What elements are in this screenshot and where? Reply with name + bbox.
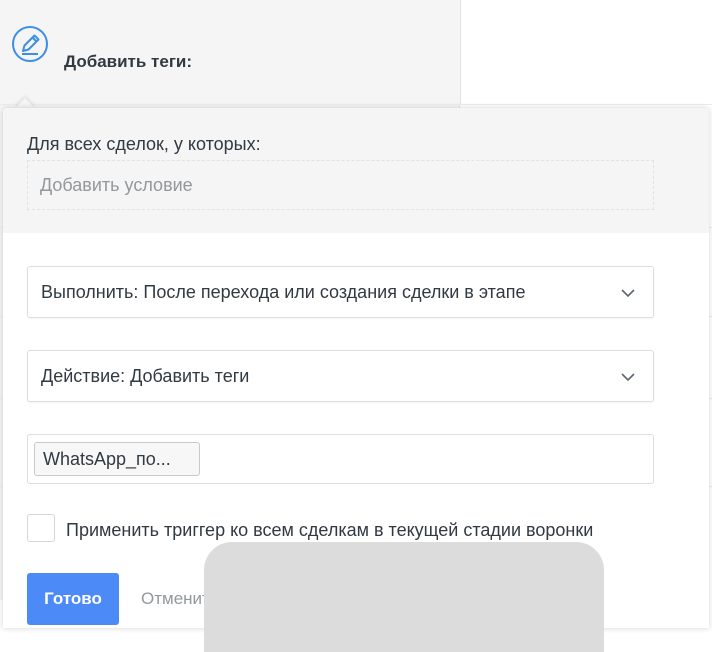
- done-button[interactable]: Готово: [27, 573, 119, 625]
- edit-icon: [12, 26, 48, 62]
- tag-chip[interactable]: WhatsApp_по...: [34, 442, 200, 476]
- action-select[interactable]: Действие: Добавить теги: [27, 350, 654, 402]
- trigger-title: Добавить теги:: [64, 52, 193, 71]
- apply-all-label[interactable]: Применить триггер ко всем сделкам в теку…: [66, 520, 593, 541]
- condition-label: Для всех сделок, у которых:: [27, 134, 261, 154]
- chevron-down-icon: [621, 289, 635, 298]
- execute-select[interactable]: Выполнить: После перехода или создания с…: [27, 266, 654, 318]
- add-condition-input[interactable]: Добавить условие: [27, 160, 654, 210]
- apply-all-checkbox[interactable]: [27, 514, 55, 542]
- execute-select-value: Выполнить: После перехода или создания с…: [41, 282, 526, 302]
- condition-section: Для всех сделок, у которых: Добавить усл…: [3, 108, 709, 233]
- chevron-down-icon: [621, 373, 635, 382]
- trigger-header[interactable]: Добавить теги:: [0, 0, 461, 104]
- action-select-value: Действие: Добавить теги: [41, 366, 250, 386]
- tags-input[interactable]: WhatsApp_по...: [27, 434, 654, 484]
- board-row-divider: [0, 104, 712, 105]
- overlay-panel: [204, 542, 604, 652]
